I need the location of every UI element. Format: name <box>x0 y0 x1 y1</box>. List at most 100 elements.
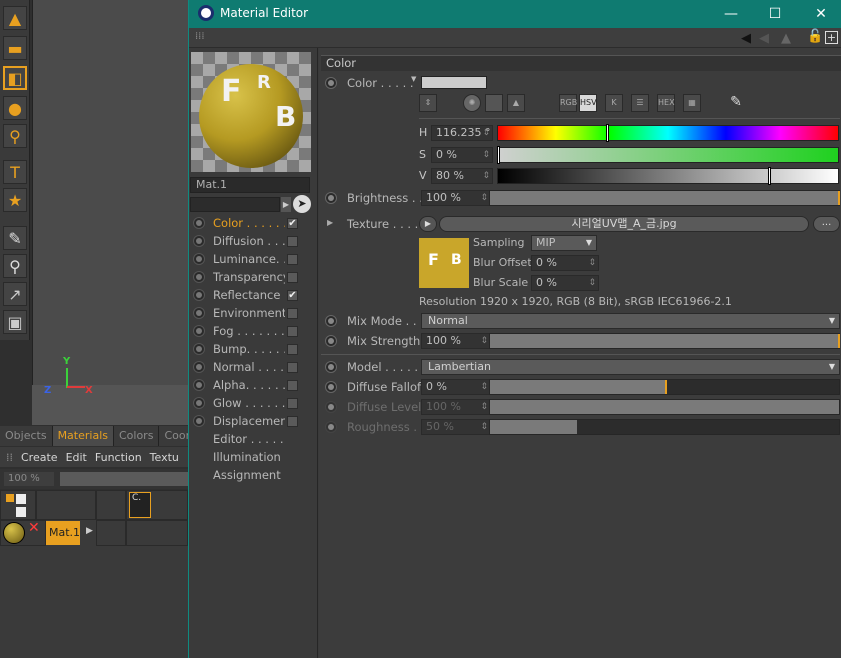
channel-checkbox[interactable] <box>287 307 298 319</box>
channel-checkbox[interactable] <box>287 361 298 373</box>
tab-objects[interactable]: Objects <box>0 426 53 446</box>
channel-item[interactable]: Editor . . . . . . <box>189 430 311 448</box>
zoom-slider[interactable] <box>60 472 188 486</box>
material-preview[interactable]: F R B <box>191 52 311 172</box>
swatches-icon[interactable]: ▦ <box>683 94 701 112</box>
channel-checkbox[interactable] <box>287 343 298 355</box>
text-tool-icon[interactable]: T <box>3 160 27 184</box>
diffuse-falloff-field[interactable]: 0 % <box>421 379 491 395</box>
channel-item[interactable]: Color . . . . . . .✔ <box>189 214 311 232</box>
material-name-field[interactable]: Mat.1 <box>190 177 310 193</box>
channel-checkbox[interactable] <box>287 415 298 427</box>
channel-radio-icon[interactable] <box>193 397 205 409</box>
material-tag[interactable]: C. <box>129 492 151 518</box>
tab-materials[interactable]: Materials <box>52 426 114 446</box>
material-thumb-icon[interactable] <box>3 522 25 544</box>
channel-item[interactable]: Transparency <box>189 268 311 286</box>
spectrum-icon[interactable]: ⇕ <box>419 94 437 112</box>
channel-item[interactable]: Normal . . . . . . <box>189 358 311 376</box>
channel-radio-icon[interactable] <box>193 253 205 265</box>
zoom-value[interactable]: 100 % <box>4 472 54 486</box>
channel-radio-icon[interactable] <box>193 307 205 319</box>
channel-item[interactable]: Diffusion . . . . <box>189 232 311 250</box>
blur-offset-field[interactable]: 0 % <box>531 255 599 271</box>
menu-function[interactable]: Function <box>95 451 142 464</box>
hue-cursor[interactable] <box>606 124 609 142</box>
color-square-icon[interactable] <box>485 94 503 112</box>
back-arrow-icon[interactable]: ◀ <box>741 31 751 46</box>
channel-item[interactable]: Illumination <box>189 448 311 466</box>
channel-item[interactable]: Displacement <box>189 412 311 430</box>
mix-strength-slider[interactable] <box>489 333 840 349</box>
animate-dot-icon[interactable] <box>325 381 337 393</box>
box-icon[interactable]: ▣ <box>3 310 27 334</box>
mix-mode-dropdown[interactable]: Normal <box>421 313 840 329</box>
channel-radio-icon[interactable] <box>193 325 205 337</box>
value-cursor[interactable] <box>768 167 771 185</box>
channel-radio-icon[interactable] <box>193 361 205 373</box>
expand-arrow-icon[interactable]: ▶ <box>327 218 333 227</box>
channel-item[interactable]: Reflectance . .✔ <box>189 286 311 304</box>
blur-scale-field[interactable]: 0 % <box>531 275 599 291</box>
channel-radio-icon[interactable] <box>193 217 205 229</box>
channel-checkbox[interactable] <box>287 271 298 283</box>
brightness-field[interactable]: 100 % <box>421 190 491 206</box>
saturation-field[interactable]: 0 % <box>431 147 493 163</box>
magnifier-icon[interactable]: ⚲ <box>3 124 27 148</box>
channel-radio-icon[interactable] <box>193 343 205 355</box>
animate-dot-icon[interactable] <box>325 192 337 204</box>
channel-radio-icon[interactable] <box>193 271 205 283</box>
up-arrow-icon[interactable]: ▲ <box>781 31 791 46</box>
model-dropdown[interactable]: Lambertian <box>421 359 840 375</box>
arrow-line-icon[interactable]: ↗ <box>3 282 27 306</box>
channel-item[interactable]: Bump. . . . . . . <box>189 340 311 358</box>
channel-checkbox[interactable] <box>287 235 298 247</box>
color-expand-icon[interactable]: ▼ <box>411 75 416 83</box>
kelvin-mode-button[interactable]: K <box>605 94 623 112</box>
color-swatch[interactable] <box>421 76 487 89</box>
maximize-button[interactable]: ☐ <box>765 4 785 24</box>
paint-tool-icon[interactable]: ▲ <box>3 6 27 30</box>
channel-item[interactable]: Alpha. . . . . . . <box>189 376 311 394</box>
channel-checkbox[interactable] <box>287 253 298 265</box>
animate-dot-icon[interactable] <box>325 335 337 347</box>
channel-item[interactable]: Assignment <box>189 466 311 484</box>
minimize-button[interactable]: — <box>721 4 741 24</box>
mix-strength-field[interactable]: 100 % <box>421 333 491 349</box>
channel-item[interactable]: Environment <box>189 304 311 322</box>
hsv-mode-button[interactable]: HSV <box>579 94 597 112</box>
animate-dot-icon[interactable] <box>325 361 337 373</box>
eraser-icon[interactable]: ▬ <box>3 36 27 60</box>
brightness-slider[interactable] <box>489 190 840 206</box>
texture-menu-button[interactable]: ▶ <box>419 216 437 232</box>
diffuse-falloff-slider[interactable] <box>489 379 840 395</box>
value-field[interactable]: 80 % <box>431 168 493 184</box>
selection-icon[interactable]: ⚲ <box>3 254 27 278</box>
saturation-cursor[interactable] <box>497 146 500 164</box>
star-icon[interactable]: ★ <box>3 188 27 212</box>
lock-icon[interactable]: 🔓 <box>807 29 823 44</box>
channel-item[interactable]: Fog . . . . . . . . <box>189 322 311 340</box>
menu-create[interactable]: Create <box>21 451 58 464</box>
title-bar[interactable]: Material Editor — ☐ ✕ <box>189 0 841 28</box>
hex-mode-button[interactable]: HEX <box>657 94 675 112</box>
menu-edit[interactable]: Edit <box>66 451 87 464</box>
material-box-icon[interactable]: ◧ <box>3 66 27 90</box>
image-icon[interactable]: ▲ <box>507 94 525 112</box>
channel-radio-icon[interactable] <box>193 379 205 391</box>
channel-checkbox[interactable] <box>287 325 298 337</box>
value-slider[interactable] <box>497 167 839 185</box>
delete-x-icon[interactable]: ✕ <box>28 520 40 536</box>
channel-radio-icon[interactable] <box>193 289 205 301</box>
texture-browse-button[interactable]: ... <box>813 216 840 232</box>
3d-viewport[interactable] <box>32 0 188 424</box>
channel-search-field[interactable] <box>190 197 280 212</box>
mixer-icon[interactable]: ☰ <box>631 94 649 112</box>
texture-thumbnail[interactable]: F B <box>419 238 469 288</box>
expand-arrow-icon[interactable]: ▶ <box>86 526 93 536</box>
forward-arrow-icon[interactable]: ◀ <box>759 31 769 46</box>
tab-colors[interactable]: Colors <box>113 426 160 446</box>
channel-item[interactable]: Glow . . . . . . . <box>189 394 311 412</box>
search-arrow-icon[interactable]: ▶ <box>281 197 291 212</box>
channel-checkbox[interactable]: ✔ <box>287 217 298 229</box>
